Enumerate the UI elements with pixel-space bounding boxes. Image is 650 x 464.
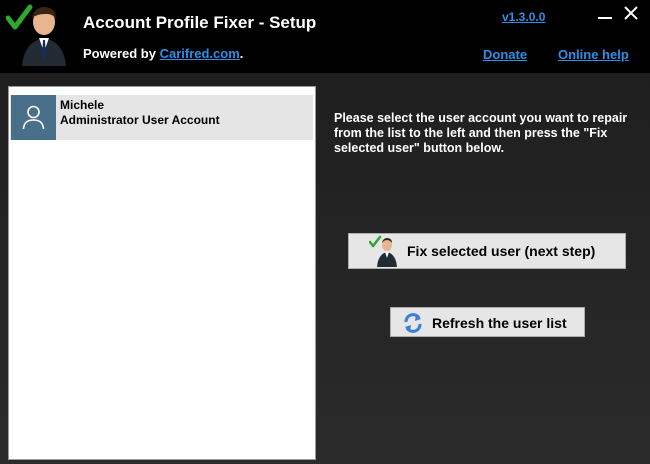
refresh-icon	[404, 313, 422, 333]
user-account-type: Administrator User Account	[60, 113, 220, 127]
close-icon[interactable]	[622, 4, 640, 22]
title-bar: Account Profile Fixer - Setup Powered by…	[0, 0, 650, 73]
powered-prefix: Powered by	[83, 46, 160, 61]
user-check-logo-icon	[6, 4, 66, 66]
donate-link[interactable]: Donate	[483, 47, 527, 62]
refresh-button-label: Refresh the user list	[432, 315, 567, 331]
fix-selected-user-button[interactable]: Fix selected user (next step)	[348, 233, 626, 269]
list-item[interactable]: Michele Administrator User Account	[10, 95, 313, 140]
user-name: Michele	[60, 98, 105, 112]
online-help-link[interactable]: Online help	[558, 47, 629, 62]
carifred-link[interactable]: Carifred.com	[160, 46, 240, 61]
app-title: Account Profile Fixer - Setup	[83, 13, 317, 32]
user-list[interactable]: Michele Administrator User Account	[8, 86, 316, 460]
refresh-user-list-button[interactable]: Refresh the user list	[390, 307, 585, 337]
user-check-icon	[369, 235, 397, 267]
user-avatar-icon	[11, 95, 56, 140]
instructions-text: Please select the user account you want …	[334, 111, 628, 155]
version-link[interactable]: v1.3.0.0	[502, 10, 545, 24]
main-panel: Michele Administrator User Account Pleas…	[0, 73, 650, 464]
powered-suffix: .	[239, 46, 244, 61]
powered-by-text: Powered by Carifred.com.	[83, 46, 243, 61]
fix-button-label: Fix selected user (next step)	[407, 243, 596, 259]
minimize-button[interactable]	[598, 17, 612, 19]
